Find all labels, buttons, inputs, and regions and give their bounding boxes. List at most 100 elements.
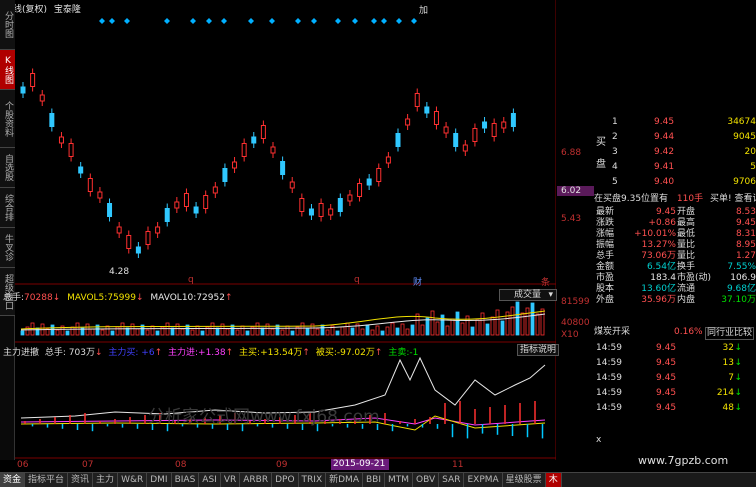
bottom-tab-11[interactable]: TRIX — [298, 473, 327, 487]
candle-body — [212, 186, 218, 194]
bottom-tab-13[interactable]: BBI — [362, 473, 385, 487]
bottom-tab-9[interactable]: ARBR — [240, 473, 273, 487]
bottom-tab-7[interactable]: ASI — [199, 473, 221, 487]
candle-body — [424, 106, 430, 114]
volume-bar — [110, 330, 115, 336]
volume-bar — [220, 323, 225, 336]
chevron-down-icon: ▾ — [548, 290, 553, 300]
bottom-corner-button[interactable]: 木 — [545, 473, 562, 487]
volume-bar — [200, 330, 205, 336]
volume-bar — [455, 311, 460, 336]
volume-bar — [405, 328, 410, 336]
volume-bar — [240, 325, 245, 336]
volume-bar — [390, 322, 395, 336]
volume-bar — [475, 319, 480, 336]
volume-dropdown[interactable]: 成交量 ▾ — [499, 289, 557, 301]
candle-body — [366, 178, 372, 186]
candle-body — [241, 143, 247, 157]
bottom-tab-18[interactable]: 星级股票 — [502, 473, 546, 487]
bottom-tab-6[interactable]: BIAS — [171, 473, 200, 487]
candle-body — [405, 118, 411, 126]
bottom-tab-16[interactable]: SAR — [439, 473, 465, 487]
volume-bar — [415, 313, 420, 336]
candle-body — [174, 201, 180, 209]
volume-bar — [305, 327, 310, 336]
bottom-tab-4[interactable]: W&R — [118, 473, 148, 487]
bottom-tab-15[interactable]: OBV — [413, 473, 440, 487]
left-tab-2[interactable]: 个股资料 — [0, 90, 15, 148]
candle-body — [328, 208, 334, 216]
tick-row: 14:59 9.45 13 ↓ — [596, 358, 742, 368]
signal-diamond — [99, 18, 105, 24]
signal-markers — [99, 18, 417, 24]
industry-compare-button[interactable]: 同行业比较 — [705, 327, 755, 340]
bottom-tab-1[interactable]: 指标平台 — [25, 473, 69, 487]
order-book-row[interactable]: 5 9.40 9706 — [594, 177, 756, 188]
left-tab-1[interactable]: K线图 — [0, 50, 15, 90]
candle-body — [164, 208, 170, 222]
sector-row: 煤炭开采 0.16% 同行业比较 — [594, 327, 755, 340]
volume-bar — [235, 329, 240, 336]
candle-body — [414, 93, 420, 107]
date-highlight: 2015-09-21 — [331, 459, 389, 470]
signal-diamond — [124, 18, 130, 24]
volume-bar — [535, 313, 540, 336]
candle-body — [347, 194, 353, 202]
signal-diamond — [109, 18, 115, 24]
left-tab-4[interactable]: 综合排名 — [0, 188, 15, 228]
volume-bar — [440, 314, 445, 336]
left-tab-3[interactable]: 自选股 — [0, 148, 15, 188]
signal-diamond — [311, 18, 317, 24]
bottom-tab-8[interactable]: VR — [220, 473, 241, 487]
volume-bar — [345, 322, 350, 336]
order-detail-link[interactable]: 买单! 查看详细 — [710, 194, 756, 204]
volume-bar — [370, 329, 375, 336]
volume-bar — [525, 307, 530, 336]
candle-body — [395, 133, 401, 147]
event-marker-q2: q — [354, 275, 360, 285]
x-label-11: 11 — [452, 460, 464, 470]
candle-body — [155, 226, 161, 234]
tick-row: 14:59 9.45 48 ↓ — [596, 403, 742, 413]
volume-bar — [410, 324, 415, 336]
x-label-08: 08 — [175, 460, 187, 470]
total-volume: 70288 — [24, 293, 53, 303]
order-book-row[interactable]: 4 9.41 5 — [594, 162, 756, 173]
bottom-tab-10[interactable]: DPO — [272, 473, 299, 487]
bottom-tab-3[interactable]: 主力 — [93, 473, 119, 487]
volume-bar — [225, 328, 230, 336]
bottom-tab-14[interactable]: MTM — [385, 473, 414, 487]
volume-bar — [20, 330, 25, 336]
bottom-tab-5[interactable]: DMI — [147, 473, 172, 487]
volume-bar — [65, 330, 70, 336]
candle-body — [39, 94, 45, 102]
x-label-09: 09 — [276, 460, 288, 470]
price-level-3: 5.43 — [561, 214, 582, 224]
kline-chart[interactable] — [15, 0, 556, 460]
left-tab-5[interactable]: 牛叉诊股 — [0, 228, 15, 268]
quote-stat-row: 涨跌 +0.86 最高 9.45 — [596, 218, 756, 228]
candle-body — [203, 195, 209, 209]
volume-bar — [365, 324, 370, 336]
bottom-tab-bar: 资金 指标平台 资讯 主力 W&R DMI BIAS ASI VR ARBR DPO TRIX 新DMA… — [0, 472, 756, 487]
order-book-row[interactable]: 1 9.45 34674 — [594, 117, 756, 128]
volume-bar — [445, 325, 450, 336]
candle-body — [472, 128, 478, 142]
signal-diamond — [221, 18, 227, 24]
bottom-tab-17[interactable]: EXPMA — [464, 473, 503, 487]
volume-bar — [425, 317, 430, 336]
volume-bar — [485, 323, 490, 336]
candle-body — [193, 206, 199, 214]
order-book-row[interactable]: 3 9.42 20 — [594, 147, 756, 158]
event-marker-q1: q — [188, 275, 194, 285]
left-tab-0[interactable]: 分时图 — [0, 0, 15, 50]
bottom-tab-0[interactable]: 资金 — [0, 473, 26, 487]
indicator-help-button[interactable]: 指标说明 — [517, 344, 560, 356]
order-book-row[interactable]: 2 9.44 9045 — [594, 132, 756, 143]
volume-bar — [460, 322, 465, 336]
bottom-tab-2[interactable]: 资讯 — [68, 473, 94, 487]
event-marker-cai: 财 — [413, 278, 423, 288]
volume-info: 总手:70288↓ MAVOL5:75999↓ MAVOL10:72952↑ — [3, 293, 233, 303]
volume-bar — [480, 312, 485, 336]
bottom-tab-12[interactable]: 新DMA — [326, 473, 363, 487]
